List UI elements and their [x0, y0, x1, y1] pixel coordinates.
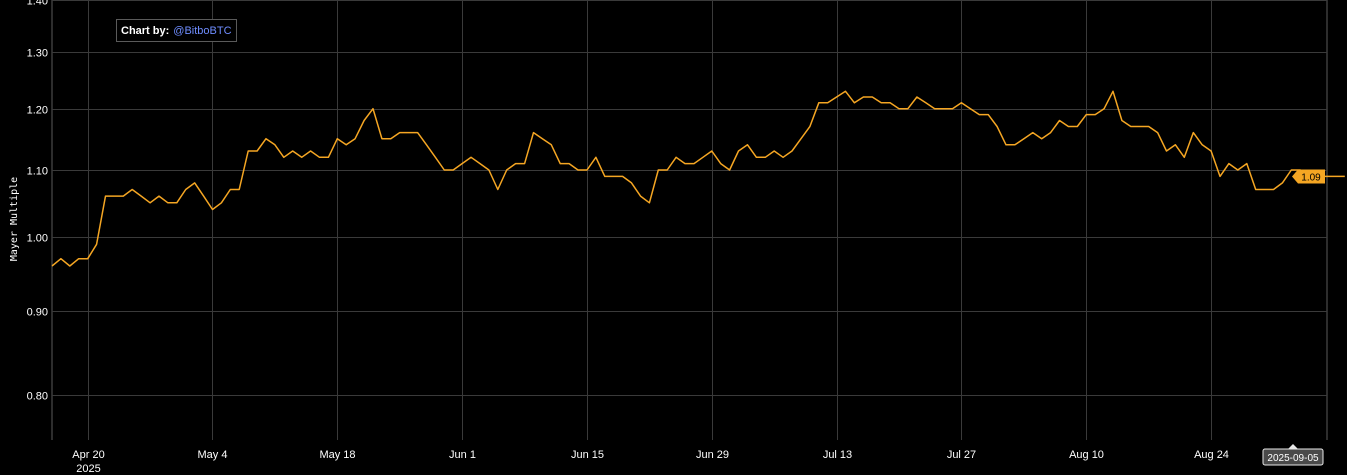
- y-tick-label: 1.00: [27, 233, 48, 245]
- x-tick-label: May 4: [198, 449, 228, 461]
- x-tick-label: May 18: [319, 449, 355, 461]
- x-tick-label: Aug 10: [1069, 449, 1104, 461]
- y-tick-label: 0.90: [27, 307, 48, 319]
- x-tick-label: Aug 24: [1194, 449, 1229, 461]
- y-axis-label: Mayer Multiple: [9, 177, 20, 261]
- x-tick-label: Apr 20: [72, 449, 104, 461]
- credit-label: Chart by:: [121, 24, 170, 37]
- credit-handle-link[interactable]: @BitboBTC: [173, 25, 231, 37]
- chart-credit-badge: Chart by: @BitboBTC: [116, 19, 237, 42]
- y-axis-ticks: 0.80 0.90 1.00 1.10 1.20 1.30 1.40: [27, 0, 48, 403]
- x-tick-label: Jun 15: [571, 449, 604, 461]
- mayer-multiple-line: [51, 90, 1345, 267]
- series-layer: [51, 90, 1345, 267]
- mayer-multiple-chart: 0.80 0.90 1.00 1.10 1.20 1.30 1.40 Apr 20 2025 M…: [9, 0, 1345, 475]
- x-tick-year-label: 2025: [76, 463, 100, 475]
- x-tick-label: Jun 29: [696, 449, 729, 461]
- x-tick-label: Jul 27: [947, 449, 976, 461]
- y-tick-label: 1.40: [27, 0, 48, 8]
- grid: [51, 0, 1328, 440]
- last-value-label: 1.09: [1301, 172, 1321, 183]
- y-tick-label: 1.30: [27, 48, 48, 60]
- y-tick-label: 1.20: [27, 105, 48, 117]
- y-tick-label: 0.80: [27, 391, 48, 403]
- annotations: 1.09 2025-09-05: [1262, 169, 1325, 466]
- cursor-date-label: 2025-09-05: [1267, 453, 1319, 464]
- cursor-date-pointer: [1288, 444, 1298, 449]
- x-tick-label: Jun 1: [449, 449, 476, 461]
- x-axis-ticks: Apr 20 2025 May 4 May 18 Jun 1 Jun 15 Jun 29 Ju…: [72, 449, 1229, 475]
- y-tick-label: 1.10: [27, 166, 48, 178]
- x-tick-label: Jul 13: [823, 449, 852, 461]
